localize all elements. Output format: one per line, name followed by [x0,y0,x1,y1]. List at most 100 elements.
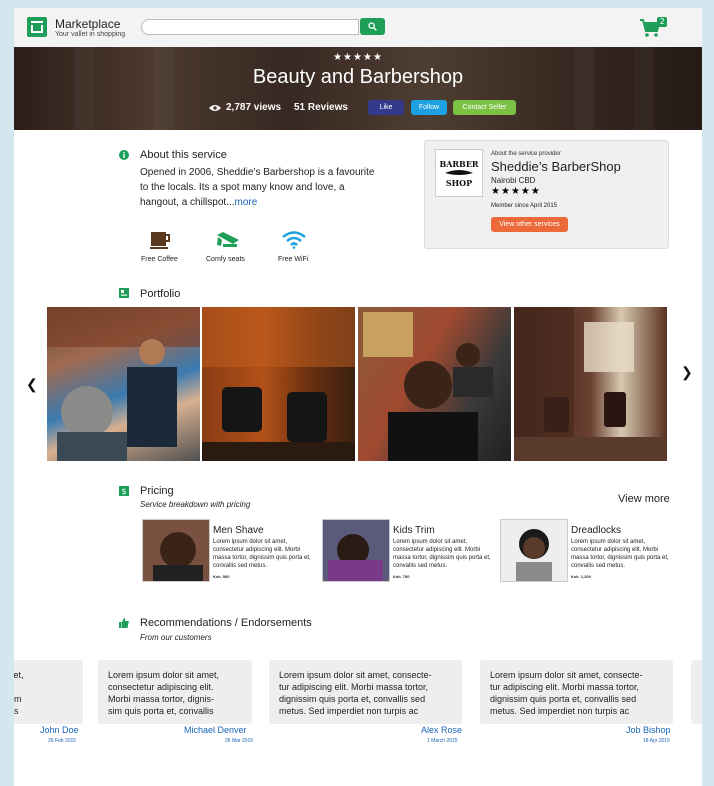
views-label: 2,787 views [226,102,282,113]
star-icon: ★ [491,186,501,197]
portfolio-photo[interactable] [47,307,200,461]
view-more-link[interactable]: View more [618,493,670,505]
search-button[interactable] [360,18,385,35]
star-icon: ★ [353,52,363,63]
recommendations-title: Recommendations / Endorsements [140,617,312,629]
wifi-icon [282,231,306,249]
star-icon: ★ [343,52,354,63]
amenity-wifi-label: Free WiFi [278,256,309,263]
top-bar: Marketplace Your vallet in shopping 2 [14,8,702,48]
marketplace-logo-icon[interactable] [27,17,47,37]
recommendation-card: or sit amet, elit. , dignissim , convall… [14,660,83,724]
logo-text-bottom: SHOP [446,178,472,188]
provider-rating-stars: ★★★★★ [491,186,541,197]
recommendation-author[interactable]: Job Bishop [626,725,671,735]
kids-trim-image [323,520,389,581]
recommendation-author[interactable]: John Doe [40,725,79,735]
view-other-services-button[interactable]: View other services [491,217,568,232]
star-icon: ★ [372,52,383,63]
provider-location: Nairobi CBD [491,176,536,185]
barber-shop-logo-icon: BARBER SHOP [439,159,478,188]
thumbs-up-icon [119,618,129,628]
page: Marketplace Your vallet in shopping 2 ★★… [14,8,702,786]
portfolio-carousel [47,307,667,461]
provider-name[interactable]: Sheddie’s BarberShop [491,159,621,174]
pricing-title: Pricing [140,485,174,497]
views-count: 2,787 views [209,102,281,113]
pricing-subtitle: Service breakdown with pricing [140,500,251,509]
price-item-amount: Ksh. 1,200 [571,574,591,579]
svg-text:$: $ [121,487,126,496]
star-icon: ★ [510,186,521,197]
recommendation-card: Lorem ipsum dolor sit amet, consecte- tu… [480,660,673,724]
recommendation-text: Lorem ipsum dolor sit amet, consecte- tu… [279,670,432,716]
star-icon: ★ [500,186,511,197]
like-button[interactable]: Like [368,100,404,115]
brand-name[interactable]: Marketplace [55,17,120,31]
price-item-name[interactable]: Kids Trim [393,525,435,536]
contact-seller-button[interactable]: Contact Seller [453,100,516,115]
coffee-icon [150,232,170,249]
dreadlocks-image [501,520,567,581]
recommendation-date: 26 Mar 2015 [225,738,254,744]
pricing-icon: $ [119,486,129,496]
carousel-next-arrow-icon[interactable]: ❯ [681,364,693,381]
star-icon: ★ [333,52,344,63]
provider-logo[interactable]: BARBER SHOP [435,149,483,197]
recommendation-date: 1 March 2015 [427,738,458,744]
recommendation-text: Lorem ipsum dolor sit amet, consectetur … [108,670,220,716]
recommendation-date: 18 Apr 2015 [643,738,670,744]
logo-text-top: BARBER [439,159,478,169]
shop-interior-image [514,307,667,461]
shave-image [143,520,209,581]
cart-count-badge: 2 [657,17,668,27]
about-title: About this service [140,149,227,161]
portfolio-photo[interactable] [202,307,355,461]
follow-button[interactable]: Follow [411,100,447,115]
price-item-name[interactable]: Men Shave [213,525,264,536]
hero-rating-stars: ★★★★★ [14,52,702,63]
recommendation-card: Lorem ipsum dolor sit amet, consecte- tu… [269,660,462,724]
price-item-description: Lorem ipsum dolor sit amet, consectetur … [393,539,491,569]
search-input[interactable] [141,19,359,35]
page-title: Beauty and Barbershop [252,66,464,88]
recommendation-card-partial [691,660,702,724]
info-icon [119,150,129,160]
amenity-seats-label: Comfy seats [206,256,245,263]
hero-banner: ★★★★★ Beauty and Barbershop 2,787 views … [14,47,702,130]
reviews-count[interactable]: 51 Reviews [294,102,348,113]
kids-trim-thumbnail[interactable] [322,519,390,582]
portfolio-photo[interactable] [514,307,667,461]
portfolio-photo[interactable] [358,307,511,461]
customer-portrait-image [363,312,493,461]
star-icon: ★ [520,186,531,197]
price-item-amount: Ksh. 500 [213,574,230,579]
provider-card: BARBER SHOP About the service provider S… [424,140,669,249]
men-shave-thumbnail[interactable] [142,519,210,582]
brand-tagline: Your vallet in shopping [55,31,126,38]
recommendation-card: Lorem ipsum dolor sit amet, consectetur … [98,660,252,724]
price-item-name[interactable]: Dreadlocks [571,525,621,536]
portfolio-icon [119,288,129,298]
price-item-description: Lorem ipsum dolor sit amet, consectetur … [213,539,311,569]
price-item-amount: Ksh. 700 [393,574,410,579]
portfolio-title: Portfolio [140,288,181,300]
member-since: Member since April 2015 [491,203,558,209]
recommendation-text: Lorem ipsum dolor sit amet, consecte- tu… [490,670,643,716]
barber-chairs-image [202,307,355,461]
star-icon: ★ [362,52,373,63]
price-item-description: Lorem ipsum dolor sit amet, consectetur … [571,539,669,569]
search-icon [368,22,377,31]
recommendation-author[interactable]: Alex Rose [421,725,462,735]
carousel-prev-arrow-icon[interactable]: ❮ [26,376,38,393]
provider-about-label: About the service provider [491,151,561,157]
eye-icon [209,105,221,111]
recommendation-author[interactable]: Michael Denver [184,725,247,735]
recommendations-subtitle: From our customers [140,633,212,642]
more-link[interactable]: more [235,197,258,208]
barber-cutting-image [47,307,200,461]
recommendation-date: 26 Feb 2015 [48,738,77,744]
star-icon: ★ [530,186,541,197]
amenity-coffee-label: Free Coffee [141,256,178,263]
dreadlocks-thumbnail[interactable] [500,519,568,582]
